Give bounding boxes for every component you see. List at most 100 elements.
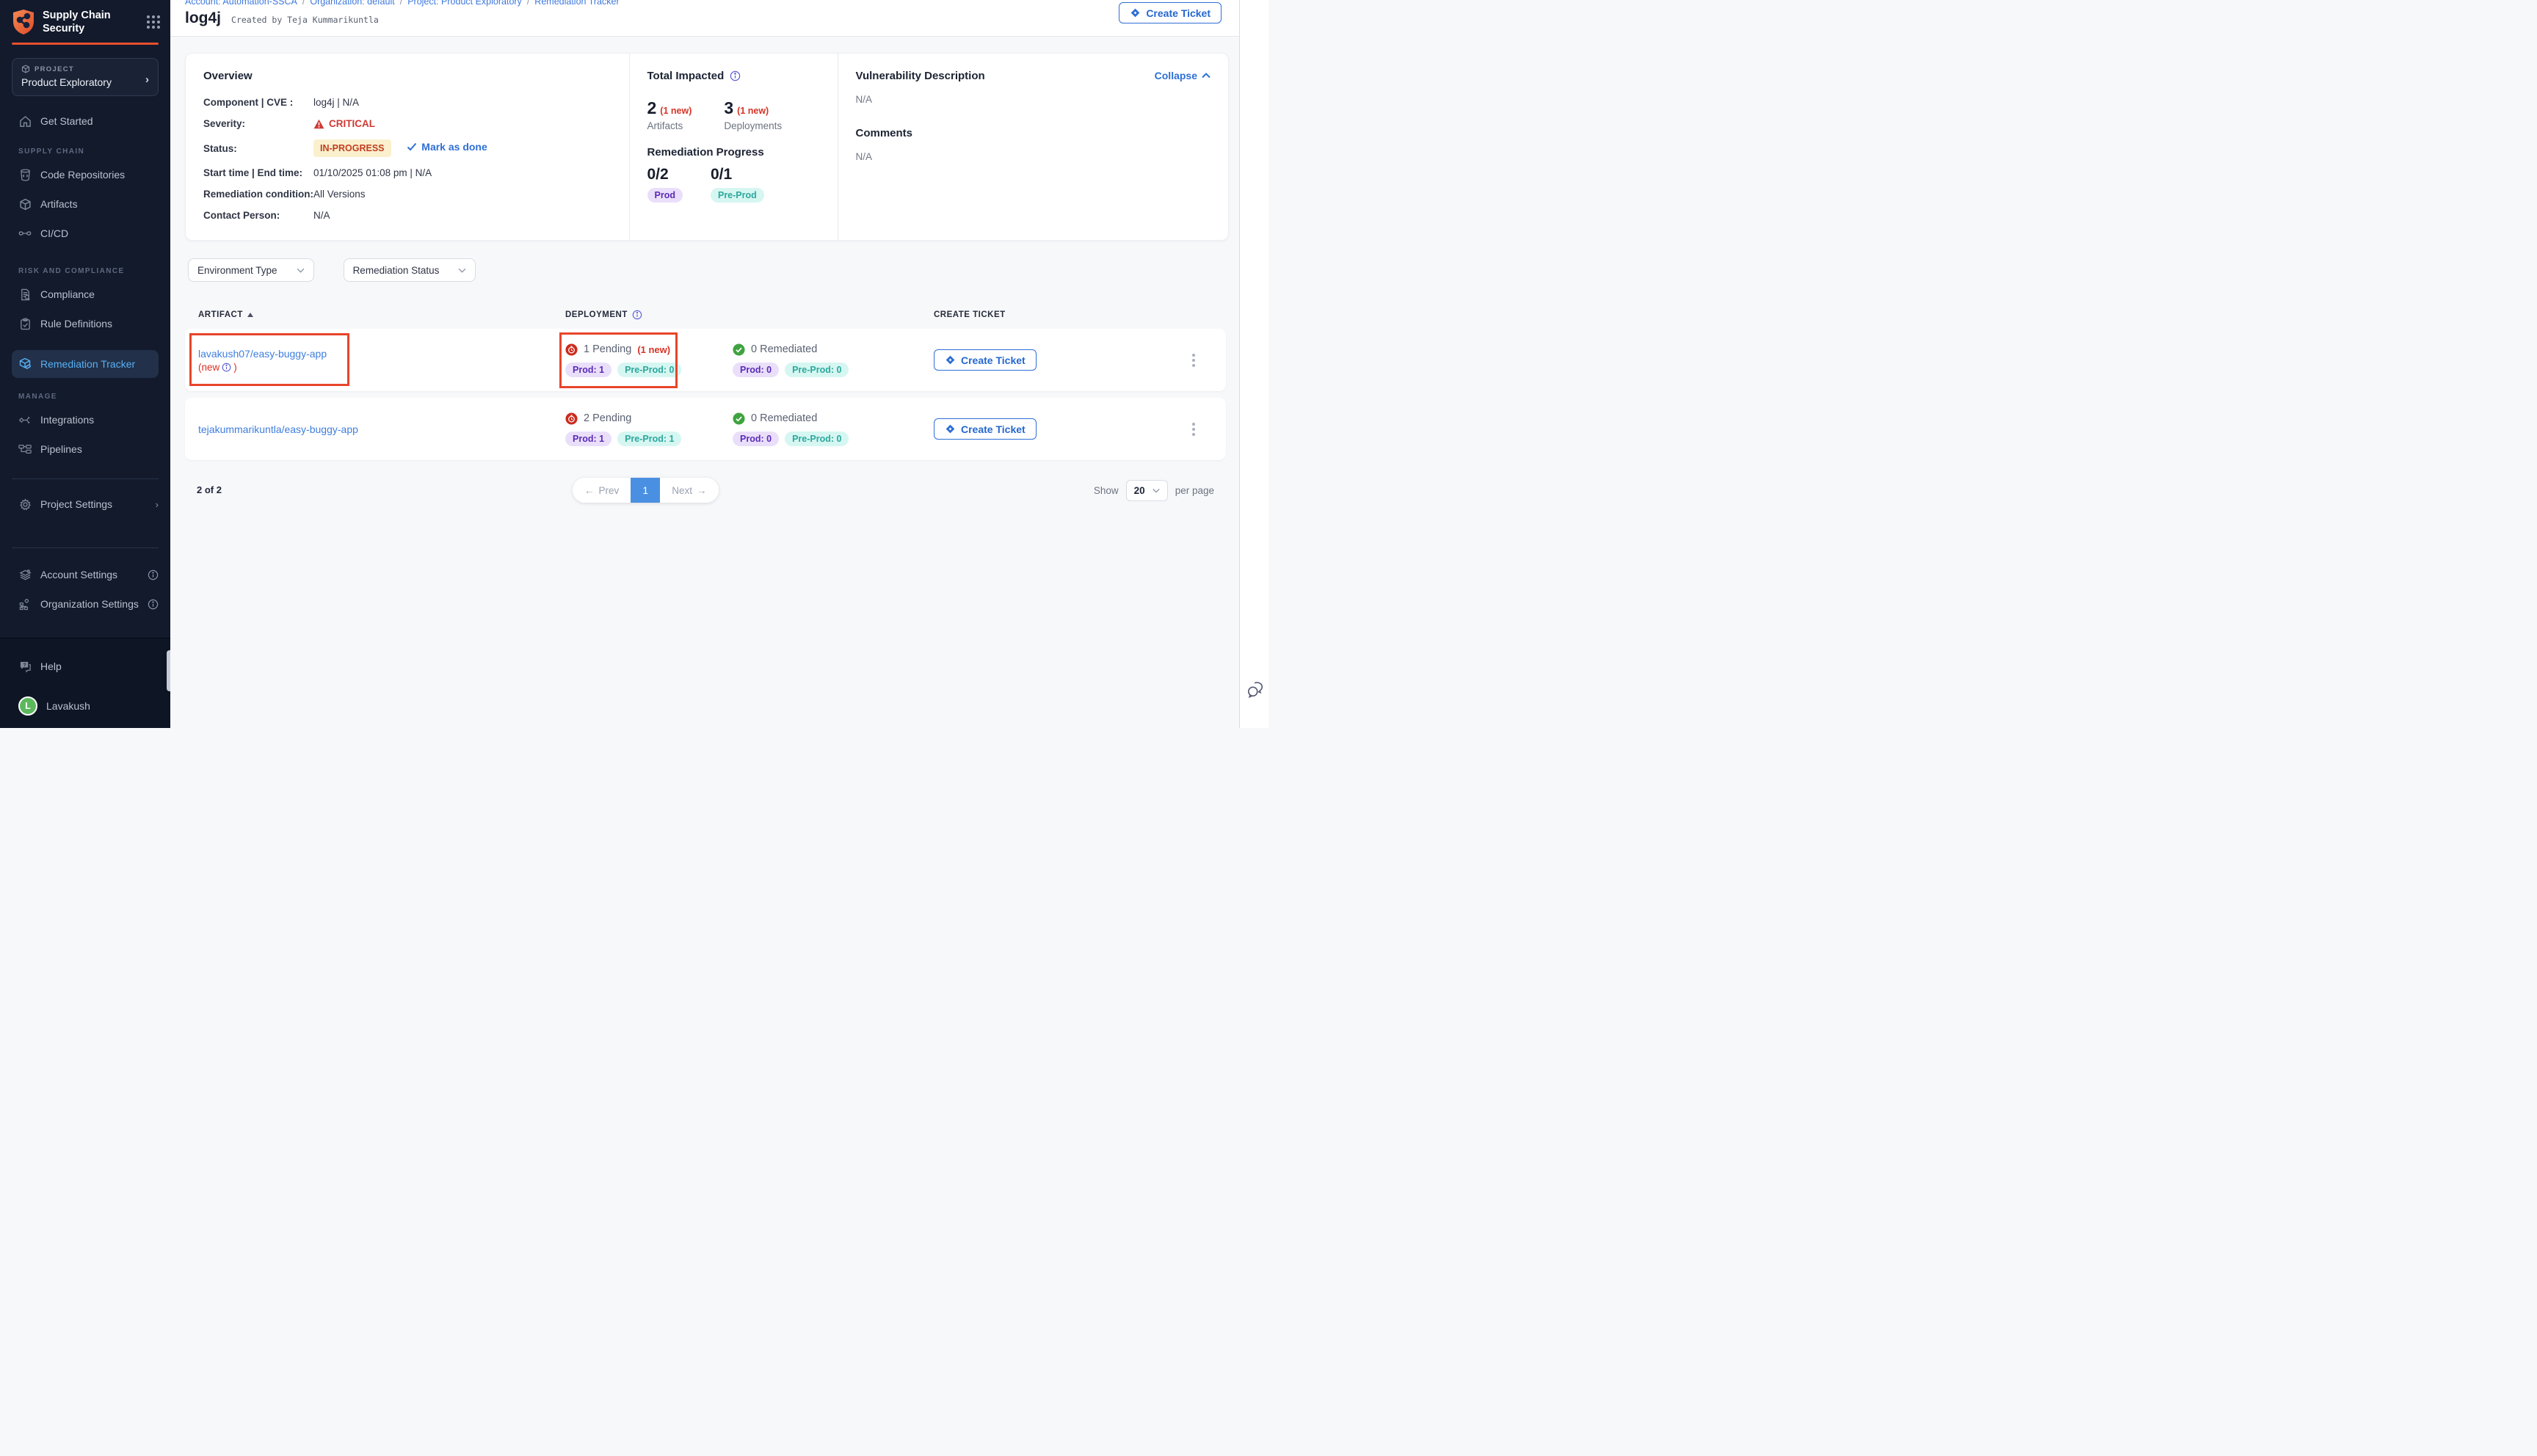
sidebar-item-integrations[interactable]: Integrations xyxy=(0,405,170,434)
create-ticket-button-top[interactable]: Create Ticket xyxy=(1119,2,1222,23)
sidebar-item-artifacts[interactable]: Artifacts xyxy=(0,189,170,219)
breadcrumb: Account: Automation-SSCA/Organization: d… xyxy=(185,0,1229,7)
remediation-table: ARTIFACT DEPLOYMENT CREATE TICKET xyxy=(185,299,1229,460)
vulnerability-description-value: N/A xyxy=(856,94,1211,105)
preprod-count-badge: Pre-Prod: 0 xyxy=(785,432,849,446)
sidebar-item-help[interactable]: ? Help xyxy=(0,652,170,681)
sidebar-item-remediation-tracker[interactable]: Remediation Tracker xyxy=(12,350,159,378)
table-header-row: ARTIFACT DEPLOYMENT CREATE TICKET xyxy=(185,299,1229,329)
mark-as-done-link[interactable]: Mark as done xyxy=(407,141,487,153)
remediated-check-icon xyxy=(733,343,745,356)
chevron-down-icon xyxy=(458,268,466,273)
remediation-status-filter[interactable]: Remediation Status xyxy=(344,258,476,282)
preprod-progress-stat: 0/1 Pre-Prod xyxy=(711,166,764,203)
sidebar-item-account-settings[interactable]: Account Settings xyxy=(0,560,170,589)
status-label: Status: xyxy=(203,143,313,154)
project-cube-icon xyxy=(21,65,30,73)
user-menu[interactable]: L Lavakush xyxy=(0,691,170,721)
artifact-link[interactable]: tejakummarikuntla/easy-buggy-app xyxy=(198,423,358,435)
document-search-icon xyxy=(18,288,32,301)
prod-progress-stat: 0/2 Prod xyxy=(647,166,683,203)
chevron-down-icon xyxy=(297,268,305,273)
page-1-button[interactable]: 1 xyxy=(631,478,660,503)
sidebar-item-rule-definitions[interactable]: Rule Definitions xyxy=(0,309,170,338)
prod-count-badge: Prod: 0 xyxy=(733,363,779,377)
sidebar-item-project-settings[interactable]: Project Settings › xyxy=(0,489,170,519)
next-page-button[interactable]: Next → xyxy=(660,478,718,503)
section-risk-and-compliance: RISK AND COMPLIANCE xyxy=(12,267,159,275)
gear-icon xyxy=(18,498,32,511)
create-ticket-button-row[interactable]: Create Ticket xyxy=(934,418,1037,440)
sidebar-item-organization-settings[interactable]: Organization Settings xyxy=(0,589,170,619)
time-value: 01/10/2025 01:08 pm | N/A xyxy=(313,167,611,178)
info-icon xyxy=(148,599,159,610)
vulnerability-description-title: Vulnerability Description xyxy=(856,70,985,82)
breadcrumb-project[interactable]: Project: Product Exploratory xyxy=(407,0,522,7)
pagination-bar: 2 of 2 ← Prev 1 Next → Show 20 xyxy=(185,478,1229,504)
collapse-link[interactable]: Collapse xyxy=(1155,70,1211,81)
sidebar-divider xyxy=(12,547,159,548)
breadcrumb-organization[interactable]: Organization: default xyxy=(310,0,394,7)
arrow-left-icon: ← xyxy=(584,485,595,496)
create-ticket-cell: Create Ticket xyxy=(934,349,1161,371)
app-switcher-grid-icon[interactable] xyxy=(147,15,160,29)
overview-card: Overview Component | CVE : log4j | N/A S… xyxy=(185,53,1229,241)
preprod-count-badge: Pre-Prod: 1 xyxy=(617,432,681,446)
severity-label: Severity: xyxy=(203,118,313,129)
pending-new-flag: (1 new) xyxy=(637,344,670,355)
artifact-cell: lavakush07/easy-buggy-app (new ) xyxy=(185,348,565,373)
column-header-artifact[interactable]: ARTIFACT xyxy=(185,310,565,319)
sidebar-item-code-repositories[interactable]: Code Repositories xyxy=(0,160,170,189)
breadcrumb-account[interactable]: Account: Automation-SSCA xyxy=(185,0,297,7)
project-selector[interactable]: PROJECT Product Exploratory › xyxy=(12,58,159,96)
total-impacted-section: Total Impacted 2(1 new) Artifacts xyxy=(629,54,838,240)
comments-title: Comments xyxy=(856,127,1211,139)
artifact-new-flag: (new ) xyxy=(198,362,565,373)
time-label: Start time | End time: xyxy=(203,167,313,178)
show-label: Show xyxy=(1094,485,1119,496)
breadcrumb-remediation-tracker[interactable]: Remediation Tracker xyxy=(534,0,619,7)
condition-label: Remediation condition: xyxy=(203,189,313,200)
support-chat-icon[interactable] xyxy=(1246,681,1265,699)
environment-type-filter[interactable]: Environment Type xyxy=(188,258,314,282)
row-menu-kebab-icon[interactable] xyxy=(1185,423,1202,436)
sidebar: Supply Chain Security PROJECT Product Ex… xyxy=(0,0,170,728)
column-header-deployment: DEPLOYMENT xyxy=(565,310,733,320)
component-cve-value: log4j | N/A xyxy=(313,97,611,108)
sidebar-item-pipelines[interactable]: Pipelines xyxy=(0,434,170,464)
create-ticket-cell: Create Ticket xyxy=(934,418,1161,440)
prev-page-button[interactable]: ← Prev xyxy=(573,478,631,503)
sidebar-item-get-started[interactable]: Get Started xyxy=(0,106,170,136)
table-row: tejakummarikuntla/easy-buggy-app xyxy=(185,398,1226,460)
info-icon[interactable] xyxy=(222,363,231,372)
prod-count-badge: Prod: 1 xyxy=(565,363,611,377)
per-page-label: per page xyxy=(1175,485,1214,496)
artifact-link[interactable]: lavakush07/easy-buggy-app xyxy=(198,348,327,360)
org-chart-gear-icon xyxy=(18,597,32,611)
status-badge: IN-PROGRESS xyxy=(313,139,391,157)
info-icon[interactable] xyxy=(632,310,642,320)
row-menu-kebab-icon[interactable] xyxy=(1185,354,1202,367)
sidebar-item-cicd[interactable]: CI/CD xyxy=(0,219,170,248)
page-size-select[interactable]: 20 xyxy=(1126,480,1168,501)
jira-diamond-icon xyxy=(1130,7,1141,18)
chevron-right-icon: › xyxy=(156,499,159,510)
create-ticket-button-row[interactable]: Create Ticket xyxy=(934,349,1037,371)
pipelines-flow-icon xyxy=(18,443,32,456)
impacted-deployments-stat: 3(1 new) Deployments xyxy=(724,98,782,131)
sidebar-divider xyxy=(12,478,159,479)
preprod-badge: Pre-Prod xyxy=(711,188,764,203)
info-icon[interactable] xyxy=(730,70,741,81)
column-header-create-ticket: CREATE TICKET xyxy=(934,310,1161,319)
page-header: Account: Automation-SSCA/Organization: d… xyxy=(170,0,1239,37)
infinity-icon xyxy=(18,227,32,240)
sidebar-item-compliance[interactable]: Compliance xyxy=(0,280,170,309)
component-cve-label: Component | CVE : xyxy=(203,97,313,108)
code-repository-icon xyxy=(18,168,32,181)
home-icon xyxy=(18,114,32,128)
sort-ascending-icon xyxy=(247,313,253,317)
impacted-artifacts-stat: 2(1 new) Artifacts xyxy=(647,98,692,131)
total-impacted-title: Total Impacted xyxy=(647,70,725,82)
layers-gear-icon xyxy=(18,568,32,581)
deployment-pending-cell: 1 Pending (1 new) Prod: 1 Pre-Prod: 0 xyxy=(565,343,733,377)
